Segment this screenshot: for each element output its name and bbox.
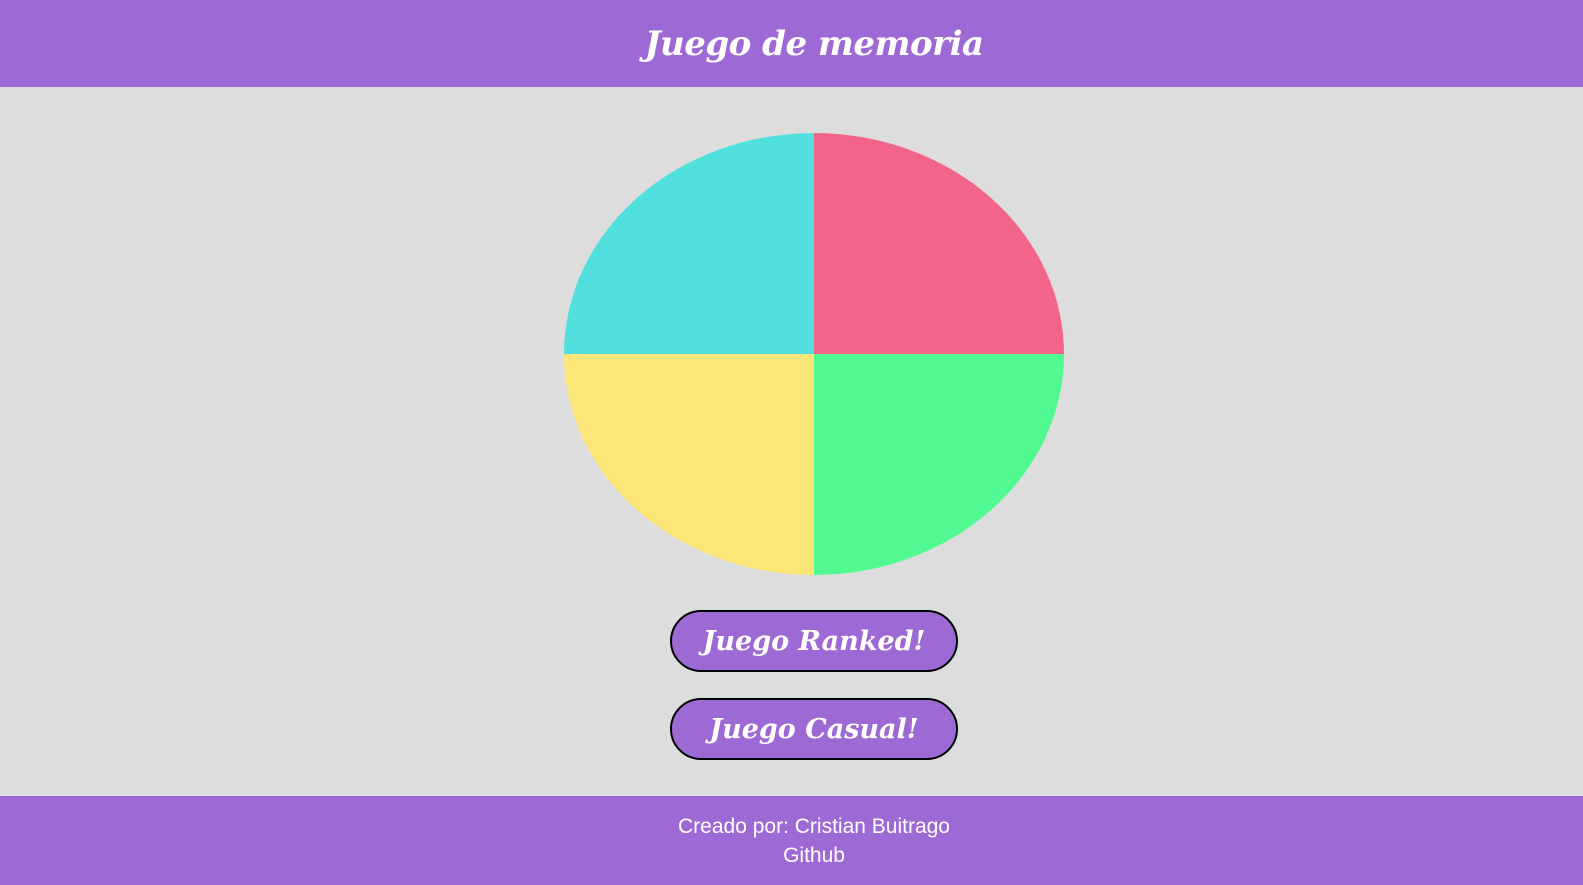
- ranked-game-button[interactable]: Juego Ranked!: [670, 610, 958, 672]
- simon-board: [564, 133, 1064, 575]
- github-link[interactable]: Github: [783, 841, 845, 870]
- quadrant-top-left[interactable]: [564, 133, 814, 354]
- app-footer: Creado por: Cristian Buitrago Github: [0, 796, 1583, 885]
- quadrant-bottom-left[interactable]: [564, 354, 814, 575]
- page-title: Juego de memoria: [644, 23, 984, 64]
- author-credit: Creado por: Cristian Buitrago: [678, 814, 950, 838]
- casual-game-button[interactable]: Juego Casual!: [670, 698, 958, 760]
- quadrant-bottom-right[interactable]: [814, 354, 1064, 575]
- app-header: Juego de memoria: [0, 0, 1583, 87]
- main-area: Juego Ranked! Juego Casual!: [0, 87, 1583, 796]
- quadrant-top-right[interactable]: [814, 133, 1064, 354]
